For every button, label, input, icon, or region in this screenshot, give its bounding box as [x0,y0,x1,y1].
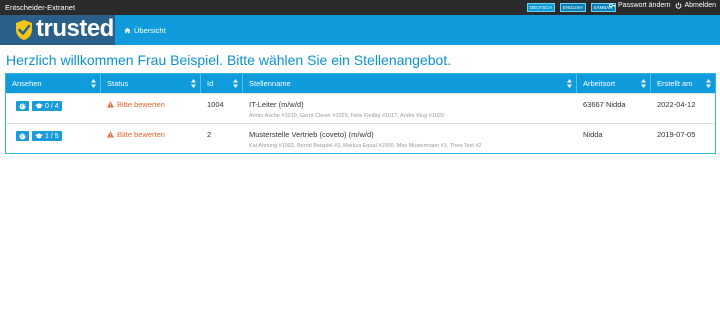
jobs-table: Ansehen Status Id Stellenname Arbeitsort… [5,73,716,154]
graduation-cap-icon [35,103,43,109]
language-switcher: DEUTSCH ENGLISH SÄMBAR [527,3,616,12]
sort-icon [91,79,96,88]
lang-button-english[interactable]: ENGLISH [559,3,586,12]
view-online-button[interactable] [16,101,29,111]
status-cell: Bitte bewerten [101,94,201,123]
col-header-stellenname[interactable]: Stellenname [243,74,577,93]
warning-icon [107,101,114,108]
nav-overview-link[interactable]: Übersicht [124,26,166,35]
candidate-list: Armin Asche #1010, Gerrit Clever #1029, … [249,113,445,119]
candidates-count-button[interactable]: 0 / 4 [32,101,62,111]
page-title: Herzlich willkommen Frau Beispiel. Bitte… [6,52,452,68]
job-name-cell: IT-Leiter (m/w/d) Armin Asche #1010, Ger… [243,94,577,123]
main-nav: trusted Übersicht [0,15,720,45]
job-name: IT-Leiter (m/w/d) [249,100,304,109]
status-text: Bitte bewerten [117,130,165,139]
col-header-label: Erstellt am [657,79,693,88]
sort-icon [641,79,646,88]
power-icon [676,2,682,9]
col-header-status[interactable]: Status [101,74,201,93]
top-bar: Entscheider-Extranet DEUTSCH ENGLISH SÄM… [0,0,720,15]
col-header-label: Arbeitsort [583,79,616,88]
change-password-link[interactable]: Passwort ändern [609,2,671,9]
candidate-list: Kai Ahnung #1002, Bernd Beispiel #3, Mar… [249,143,482,149]
col-header-label: Id [207,79,214,88]
col-header-label: Ansehen [12,79,42,88]
created-cell: 2022-04-12 [657,100,696,109]
shield-check-icon [16,20,32,40]
col-header-erstellt[interactable]: Erstellt am [651,74,715,93]
job-name: Musterstelle Vertrieb (coveto) (m/w/d) [249,130,374,139]
lang-button-deutsch[interactable]: DEUTSCH [527,3,555,12]
job-name-cell: Musterstelle Vertrieb (coveto) (m/w/d) K… [243,124,577,153]
globe-icon [19,102,26,110]
col-header-ansehen[interactable]: Ansehen [6,74,101,93]
status-badge: Bitte bewerten [107,100,201,109]
nav-overview-label: Übersicht [134,25,166,35]
candidates-count: 1 / 5 [45,132,59,140]
col-header-arbeitsort[interactable]: Arbeitsort [577,74,651,93]
sort-icon [706,79,711,88]
candidates-count-button[interactable]: 1 / 5 [32,131,62,141]
status-text: Bitte bewerten [117,100,165,109]
sort-icon [191,79,196,88]
change-password-label: Passwort ändern [617,2,671,9]
view-online-button[interactable] [16,131,29,141]
status-badge: Bitte bewerten [107,130,201,139]
col-header-label: Stellenname [249,79,291,88]
status-cell: Bitte bewerten [101,124,201,153]
candidates-count: 0 / 4 [45,102,59,110]
warning-icon [107,131,114,138]
sort-icon [567,79,572,88]
col-header-id[interactable]: Id [201,74,243,93]
brand-logo[interactable]: trusted [0,15,115,45]
location-cell: 63667 Nidda [583,100,626,109]
view-cell: 0 / 4 [6,94,101,123]
id-cell: 2 [207,130,212,139]
sort-icon [233,79,238,88]
home-icon [124,27,131,33]
logout-link[interactable]: Abmelden [675,2,716,9]
id-cell: 1004 [207,100,224,109]
logout-label: Abmelden [684,2,716,9]
created-cell: 2019-07-05 [657,130,696,139]
user-links: Passwort ändern Abmelden [609,2,716,9]
view-cell: 1 / 5 [6,124,101,153]
col-header-label: Status [107,79,129,88]
globe-icon [19,132,26,140]
key-icon [609,3,616,8]
location-cell: Nidda [583,130,603,139]
graduation-cap-icon [35,133,43,139]
brand-name: trusted [36,15,114,42]
table-row[interactable]: 0 / 4 Bitte bewerten 1004 IT-Leiter (m/w… [6,93,715,123]
table-header: Ansehen Status Id Stellenname Arbeitsort… [6,74,715,93]
table-row[interactable]: 1 / 5 Bitte bewerten 2 Musterstelle Vert… [6,123,715,153]
